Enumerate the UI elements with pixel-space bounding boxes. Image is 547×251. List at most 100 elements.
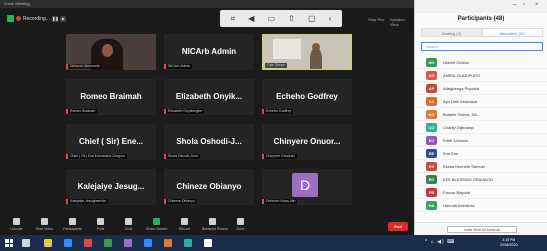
minimize-icon[interactable]: – (513, 2, 516, 8)
tile-label: Chief ( Sir) Ene Ezenwafor Oragwu (68, 154, 127, 159)
participant-row[interactable]: AA Ayo Dele Abubakar (415, 95, 547, 108)
participant-name: AMIRA OLADIPUPO (443, 73, 480, 78)
video-tile[interactable]: NICArb Admin NICArb Admin (164, 34, 254, 70)
tab-attendees[interactable]: Attendees (22) (482, 28, 543, 37)
participant-row[interactable]: HA Hannah Abimbola (415, 199, 547, 212)
participant-row[interactable]: AO AMIRA OLADIPUPO (415, 69, 547, 82)
tile-name: NICArb Admin (181, 47, 237, 56)
participant-name: Ene Eze (443, 151, 459, 156)
chrome-icon[interactable] (84, 239, 92, 247)
participant-row[interactable]: EE Ene Eze (415, 147, 547, 160)
chat-button[interactable]: Chat (118, 215, 139, 231)
app-icon[interactable] (104, 239, 112, 247)
tile-label: Romeo Braimah (68, 109, 98, 114)
video-tile[interactable]: Chief ( Sir) Ene... Chief ( Sir) Ene Eze… (66, 124, 156, 160)
video-tile[interactable]: D Deborah Nosa-Idiri (262, 169, 352, 205)
video-tile[interactable]: Chineze Obianyo Chineze Obianyo (164, 169, 254, 205)
app-icon[interactable] (164, 239, 172, 247)
mute-icon[interactable]: ◀ (248, 14, 254, 23)
breakout-icon (209, 218, 216, 225)
file-explorer-icon[interactable] (44, 239, 52, 247)
video-tile[interactable]: Deborah Akinmade (66, 34, 156, 70)
avatar: EJ (426, 136, 437, 145)
close-icon[interactable]: × (535, 2, 539, 8)
control-label: Chat (124, 227, 133, 231)
recording-indicator: Recording... ❚❚ ■ (7, 15, 66, 22)
more-button[interactable]: More (230, 215, 251, 231)
video-tile[interactable]: Romeo Braimah Romeo Braimah (66, 79, 156, 115)
tile-name: Shola Oshodi-J... (176, 137, 242, 146)
tile-label: Kalejaiye Jesugbemide (68, 199, 108, 204)
share-screen-button[interactable]: Share Screen (146, 215, 167, 231)
participant-name: Charity Ogboanyi (443, 125, 474, 130)
taskbar-clock[interactable]: 3:15 PM 29/08/2020 (500, 238, 518, 248)
app-icon[interactable] (184, 239, 192, 247)
tile-label: Chineze Obianyo (166, 199, 197, 204)
participant-row[interactable]: CO Charity Ogboanyi (415, 121, 547, 134)
stop-rec-label[interactable]: Stop Rec (368, 17, 384, 22)
app-icon[interactable] (204, 239, 212, 247)
recording-label: Recording... (23, 15, 50, 22)
participant-row[interactable]: ES Eseka Kenneth Samuel (415, 160, 547, 173)
zoom-taskbar-icon[interactable] (144, 239, 152, 247)
participant-row[interactable]: EJ Edith Johnson (415, 134, 547, 147)
stop-recording-icon[interactable]: ■ (59, 15, 66, 22)
participant-row[interactable]: FB Favour Bayode (415, 186, 547, 199)
app-icon[interactable] (124, 239, 132, 247)
maximize-icon[interactable]: ▫ (523, 2, 525, 8)
start-video-button[interactable]: Start Video (34, 215, 55, 231)
windows-start-icon[interactable] (5, 239, 13, 247)
tile-label: Ope Okoye (265, 63, 287, 68)
video-tile[interactable]: Chinyere Onuor... Chinyere Onuorah (262, 124, 352, 160)
participant-row[interactable]: BO Bolanle Obima, SA... (415, 108, 547, 121)
record-icon (181, 218, 188, 225)
view-mode-label[interactable]: Speaker View (390, 17, 414, 27)
system-tray[interactable]: ^ ⌂ ◀) ⌨ (425, 239, 455, 245)
zoom-window: Zoom Meeting Recording... ❚❚ ■ ⌗ ◀ ▭ ⇧ ▢… (0, 0, 414, 235)
chat-icon[interactable]: ▢ (308, 14, 316, 23)
share-icon[interactable]: ⇧ (288, 14, 295, 23)
participants-button[interactable]: Participants (62, 215, 83, 231)
meeting-top-bar: Recording... ❚❚ ■ ⌗ ◀ ▭ ⇧ ▢ ‹ Stop Rec S… (0, 8, 414, 31)
avatar: EE (426, 149, 437, 158)
video-tile[interactable]: Elizabeth Onyik... Elizabeth Onyikeogbe (164, 79, 254, 115)
polls-button[interactable]: Polls (90, 215, 111, 231)
video-tile[interactable]: Kalejaiye Jesug... Kalejaiye Jesugbemide (66, 169, 156, 205)
unmute-button[interactable]: Unmute (6, 215, 27, 231)
panel-footer-button[interactable]: Invite Mute All Admit All (447, 226, 517, 233)
participant-list: NO Nkechi Ochiuu AO AMIRA OLADIPUPO AP Adeg… (415, 56, 547, 212)
control-label: Breakout Rooms (202, 227, 229, 231)
panel-title: Participants (48) (457, 16, 505, 22)
participant-face (102, 44, 113, 57)
capture-icon[interactable]: ⌗ (231, 14, 236, 23)
record-button[interactable]: Record (174, 215, 195, 231)
video-icon[interactable]: ▭ (267, 14, 275, 23)
participants-icon (69, 218, 76, 225)
more-icon (237, 218, 244, 225)
participant-row[interactable]: NO Nkechi Ochiuu (415, 56, 547, 69)
tile-label: Elizabeth Onyikeogbe (166, 109, 205, 114)
avatar: AP (426, 84, 437, 93)
more-icon[interactable]: ‹ (329, 14, 332, 23)
participant-search-input[interactable]: Search (421, 42, 543, 51)
video-tile[interactable]: Shola Oshodi-J... Shola Oshodi-John (164, 124, 254, 160)
control-label: Participants (63, 227, 82, 231)
video-grid: Deborah Akinmade NICArb Admin NICArb Adm… (66, 34, 358, 210)
video-tile-active-speaker[interactable]: Ope Okoye (262, 34, 352, 70)
participant-row[interactable]: EO EZE BLESSING OBIANUJU (415, 173, 547, 186)
participant-name: Favour Bayode (443, 190, 471, 195)
pause-recording-icon[interactable]: ❚❚ (51, 15, 59, 22)
participant-video (310, 48, 322, 69)
shield-icon[interactable] (7, 15, 14, 22)
video-tile[interactable]: Echeho Godfrey Echeho Godfrey (262, 79, 352, 115)
tile-name: Kalejaiye Jesug... (77, 182, 145, 191)
search-icon[interactable] (22, 239, 30, 247)
end-meeting-button[interactable]: End (388, 222, 408, 231)
tab-waiting[interactable]: Waiting (2) (421, 28, 482, 37)
breakout-rooms-button[interactable]: Breakout Rooms (202, 215, 229, 231)
control-label: Share Screen (146, 227, 168, 231)
record-dot-icon (16, 16, 21, 21)
participant-row[interactable]: AP Adegbenga Popoola (415, 82, 547, 95)
edge-icon[interactable] (64, 239, 72, 247)
share-toolbar: ⌗ ◀ ▭ ⇧ ▢ ‹ (220, 10, 342, 27)
